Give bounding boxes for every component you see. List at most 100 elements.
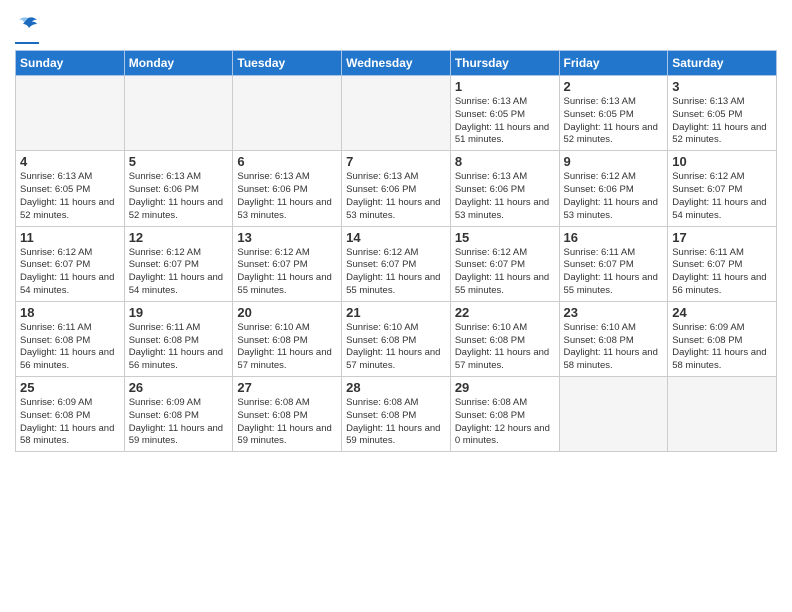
day-number: 9 — [564, 154, 664, 169]
day-info: Sunrise: 6:08 AM Sunset: 6:08 PM Dayligh… — [237, 397, 337, 448]
calendar-cell: 19 Sunrise: 6:11 AM Sunset: 6:08 PM Dayli… — [124, 301, 233, 376]
day-info: Sunrise: 6:10 AM Sunset: 6:08 PM Dayligh… — [455, 322, 555, 373]
calendar-cell: 5Sunrise: 6:13 AM Sunset: 6:06 PM Daylig… — [124, 151, 233, 226]
day-number: 18 — [20, 305, 120, 320]
header — [15, 10, 777, 44]
day-number: 27 — [237, 380, 337, 395]
day-number: 28 — [346, 380, 446, 395]
day-number: 4 — [20, 154, 120, 169]
day-info: Sunrise: 6:12 AM Sunset: 6:07 PM Dayligh… — [672, 171, 772, 222]
day-number: 6 — [237, 154, 337, 169]
calendar-cell — [559, 377, 668, 452]
day-info: Sunrise: 6:13 AM Sunset: 6:05 PM Dayligh… — [455, 96, 555, 147]
day-number: 17 — [672, 230, 772, 245]
calendar-cell: 3 Sunrise: 6:13 AM Sunset: 6:05 PM Daylig… — [668, 76, 777, 151]
calendar-cell — [668, 377, 777, 452]
day-info: Sunrise: 6:12 AM Sunset: 6:07 PM Dayligh… — [346, 247, 446, 298]
day-number: 24 — [672, 305, 772, 320]
calendar-cell: 12 Sunrise: 6:12 AM Sunset: 6:07 PM Dayli… — [124, 226, 233, 301]
weekday-header-sunday: Sunday — [16, 51, 125, 76]
calendar-cell: 24 Sunrise: 6:09 AM Sunset: 6:08 PM Dayli… — [668, 301, 777, 376]
calendar-cell: 15Sunrise: 6:12 AM Sunset: 6:07 PM Dayli… — [450, 226, 559, 301]
day-number: 13 — [237, 230, 337, 245]
day-info: Sunrise: 6:09 AM Sunset: 6:08 PM Dayligh… — [672, 322, 772, 373]
day-number: 22 — [455, 305, 555, 320]
day-number: 19 — [129, 305, 229, 320]
calendar-week-5: 25 Sunrise: 6:09 AM Sunset: 6:08 PM Dayli… — [16, 377, 777, 452]
calendar-cell: 7 Sunrise: 6:13 AM Sunset: 6:06 PM Daylig… — [342, 151, 451, 226]
calendar-cell: 6 Sunrise: 6:13 AM Sunset: 6:06 PM Daylig… — [233, 151, 342, 226]
day-number: 1 — [455, 79, 555, 94]
day-info: Sunrise: 6:12 AM Sunset: 6:07 PM Dayligh… — [455, 247, 555, 298]
day-number: 26 — [129, 380, 229, 395]
day-info: Sunrise: 6:11 AM Sunset: 6:08 PM Dayligh… — [20, 322, 120, 373]
calendar-cell: 26 Sunrise: 6:09 AM Sunset: 6:08 PM Dayli… — [124, 377, 233, 452]
logo — [15, 16, 39, 44]
weekday-header-friday: Friday — [559, 51, 668, 76]
calendar-cell: 14 Sunrise: 6:12 AM Sunset: 6:07 PM Dayli… — [342, 226, 451, 301]
calendar-cell: 11 Sunrise: 6:12 AM Sunset: 6:07 PM Dayli… — [16, 226, 125, 301]
day-number: 8 — [455, 154, 555, 169]
weekday-header-tuesday: Tuesday — [233, 51, 342, 76]
calendar-cell: 16Sunrise: 6:11 AM Sunset: 6:07 PM Dayli… — [559, 226, 668, 301]
day-info: Sunrise: 6:12 AM Sunset: 6:06 PM Dayligh… — [564, 171, 664, 222]
calendar-cell: 10 Sunrise: 6:12 AM Sunset: 6:07 PM Dayli… — [668, 151, 777, 226]
day-number: 2 — [564, 79, 664, 94]
calendar-week-3: 11 Sunrise: 6:12 AM Sunset: 6:07 PM Dayli… — [16, 226, 777, 301]
weekday-header-saturday: Saturday — [668, 51, 777, 76]
logo-bird-icon — [17, 16, 39, 41]
calendar-cell: 17 Sunrise: 6:11 AM Sunset: 6:07 PM Dayli… — [668, 226, 777, 301]
calendar-week-2: 4 Sunrise: 6:13 AM Sunset: 6:05 PM Daylig… — [16, 151, 777, 226]
calendar-week-4: 18 Sunrise: 6:11 AM Sunset: 6:08 PM Dayli… — [16, 301, 777, 376]
day-number: 10 — [672, 154, 772, 169]
day-info: Sunrise: 6:13 AM Sunset: 6:05 PM Dayligh… — [20, 171, 120, 222]
day-info: Sunrise: 6:13 AM Sunset: 6:05 PM Dayligh… — [564, 96, 664, 147]
calendar-cell — [342, 76, 451, 151]
calendar-cell: 1 Sunrise: 6:13 AM Sunset: 6:05 PM Daylig… — [450, 76, 559, 151]
day-number: 29 — [455, 380, 555, 395]
calendar-cell: 22 Sunrise: 6:10 AM Sunset: 6:08 PM Dayli… — [450, 301, 559, 376]
day-info: Sunrise: 6:13 AM Sunset: 6:06 PM Dayligh… — [455, 171, 555, 222]
calendar-cell — [124, 76, 233, 151]
calendar-cell: 21Sunrise: 6:10 AM Sunset: 6:08 PM Dayli… — [342, 301, 451, 376]
calendar-cell — [16, 76, 125, 151]
day-info: Sunrise: 6:13 AM Sunset: 6:06 PM Dayligh… — [346, 171, 446, 222]
weekday-header-wednesday: Wednesday — [342, 51, 451, 76]
day-info: Sunrise: 6:12 AM Sunset: 6:07 PM Dayligh… — [20, 247, 120, 298]
day-number: 20 — [237, 305, 337, 320]
day-info: Sunrise: 6:11 AM Sunset: 6:07 PM Dayligh… — [672, 247, 772, 298]
calendar-cell — [233, 76, 342, 151]
calendar-table: SundayMondayTuesdayWednesdayThursdayFrid… — [15, 50, 777, 452]
calendar-cell: 8 Sunrise: 6:13 AM Sunset: 6:06 PM Daylig… — [450, 151, 559, 226]
calendar-cell: 18 Sunrise: 6:11 AM Sunset: 6:08 PM Dayli… — [16, 301, 125, 376]
day-info: Sunrise: 6:10 AM Sunset: 6:08 PM Dayligh… — [237, 322, 337, 373]
day-info: Sunrise: 6:11 AM Sunset: 6:08 PM Dayligh… — [129, 322, 229, 373]
day-info: Sunrise: 6:12 AM Sunset: 6:07 PM Dayligh… — [129, 247, 229, 298]
day-number: 23 — [564, 305, 664, 320]
day-info: Sunrise: 6:10 AM Sunset: 6:08 PM Dayligh… — [564, 322, 664, 373]
calendar-cell: 2 Sunrise: 6:13 AM Sunset: 6:05 PM Daylig… — [559, 76, 668, 151]
weekday-header-thursday: Thursday — [450, 51, 559, 76]
weekday-header-monday: Monday — [124, 51, 233, 76]
calendar-week-1: 1 Sunrise: 6:13 AM Sunset: 6:05 PM Daylig… — [16, 76, 777, 151]
calendar-cell: 28 Sunrise: 6:08 AM Sunset: 6:08 PM Dayli… — [342, 377, 451, 452]
calendar-cell: 23 Sunrise: 6:10 AM Sunset: 6:08 PM Dayli… — [559, 301, 668, 376]
day-info: Sunrise: 6:09 AM Sunset: 6:08 PM Dayligh… — [129, 397, 229, 448]
day-number: 12 — [129, 230, 229, 245]
calendar-cell: 25Sunrise: 6:09 AM Sunset: 6:08 PM Dayli… — [16, 377, 125, 452]
day-number: 3 — [672, 79, 772, 94]
day-number: 11 — [20, 230, 120, 245]
day-info: Sunrise: 6:13 AM Sunset: 6:05 PM Dayligh… — [672, 96, 772, 147]
day-info: Sunrise: 6:11 AM Sunset: 6:07 PM Dayligh… — [564, 247, 664, 298]
calendar-cell: 13 Sunrise: 6:12 AM Sunset: 6:07 PM Dayli… — [233, 226, 342, 301]
day-number: 14 — [346, 230, 446, 245]
day-info: Sunrise: 6:10 AM Sunset: 6:08 PM Dayligh… — [346, 322, 446, 373]
calendar-cell: 9 Sunrise: 6:12 AM Sunset: 6:06 PM Daylig… — [559, 151, 668, 226]
day-info: Sunrise: 6:13 AM Sunset: 6:06 PM Dayligh… — [129, 171, 229, 222]
day-info: Sunrise: 6:12 AM Sunset: 6:07 PM Dayligh… — [237, 247, 337, 298]
day-info: Sunrise: 6:08 AM Sunset: 6:08 PM Dayligh… — [346, 397, 446, 448]
day-number: 7 — [346, 154, 446, 169]
weekday-header-row: SundayMondayTuesdayWednesdayThursdayFrid… — [16, 51, 777, 76]
day-info: Sunrise: 6:13 AM Sunset: 6:06 PM Dayligh… — [237, 171, 337, 222]
day-number: 25 — [20, 380, 120, 395]
